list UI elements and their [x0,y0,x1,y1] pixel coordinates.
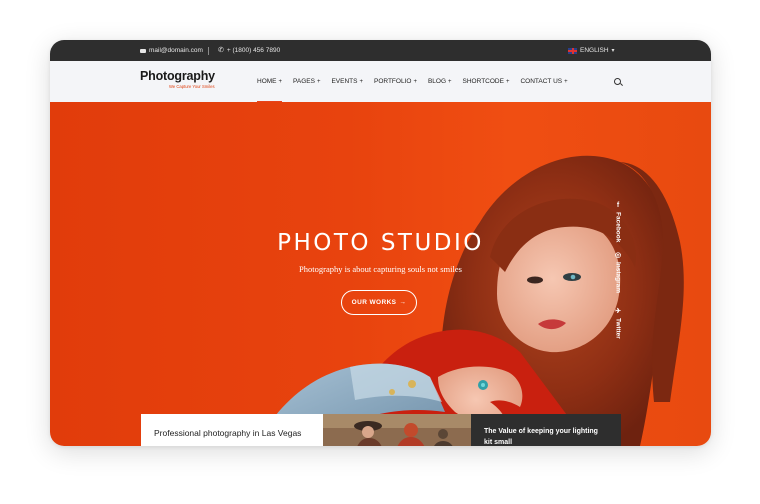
nav-item-blog[interactable]: BLOG + [428,61,452,102]
language-selector[interactable]: ENGLISH ▾ [568,40,615,61]
site-logo[interactable]: Photography We Capture Your Smiles [140,69,215,89]
card-photo-image [323,414,471,446]
plus-icon: + [564,78,568,85]
main-nav: HOME + PAGES + EVENTS + PORTFOLIO + BLOG + SH… [257,61,579,103]
nav-label: PAGES [293,78,315,85]
nav-label: BLOG [427,78,447,85]
facebook-icon: f [616,202,620,209]
language-label: ENGLISH [580,47,609,54]
nav-label: PORTFOLIO [373,78,412,85]
social-label: Facebook [614,212,622,243]
chevron-down-icon: ▾ [611,48,615,54]
feature-card-right[interactable]: The Value of keeping your lighting kit s… [471,414,621,446]
instagram-icon: ◎ [614,252,622,259]
arrow-right-icon: → [399,299,407,306]
social-twitter[interactable]: ✈ Twitter [610,308,626,339]
nav-item-events[interactable]: EVENTS + [331,61,363,102]
divider [208,47,209,55]
uk-flag-icon [568,47,577,54]
nav-item-home[interactable]: HOME + [257,61,283,103]
plus-icon: + [448,78,452,85]
phone-contact[interactable]: ✆ + (1800) 456 7890 [218,40,280,61]
social-label: Twitter [614,318,622,339]
hero-section: PHOTO STUDIO Photography is about captur… [50,102,711,446]
browser-frame: mail@domain.com ✆ + (1800) 456 7890 ENGL… [50,40,711,446]
card-title: The Value of keeping your lighting kit s… [484,428,598,446]
nav-item-pages[interactable]: PAGES + [293,61,320,102]
nav-label: HOME [257,78,277,85]
social-label: Instagram [614,262,622,294]
site-header: Photography We Capture Your Smiles HOME +… [50,61,711,103]
plus-icon: + [359,78,363,85]
plus-icon: + [316,78,321,85]
twitter-icon: ✈ [615,308,621,315]
logo-title: Photography [140,69,215,83]
mail-icon [140,48,146,53]
our-works-button[interactable]: OUR WORKS → [341,290,417,315]
nav-item-shortcode[interactable]: SHORTCODE + [463,61,510,102]
social-facebook[interactable]: f Facebook [610,202,626,242]
feature-card-photo[interactable] [323,414,471,446]
logo-tagline: We Capture Your Smiles [169,84,215,89]
social-instagram[interactable]: ◎ Instagram [610,252,626,293]
plus-icon: + [505,78,510,85]
card-title: Professional photography in Las Vegas [154,428,302,438]
nav-item-contact-us[interactable]: CONTACT US + [520,61,567,102]
top-bar: mail@domain.com ✆ + (1800) 456 7890 ENGL… [50,40,711,61]
nav-label: CONTACT US [520,78,563,85]
button-label: OUR WORKS [351,299,397,306]
nav-label: EVENTS [331,78,358,85]
email-text: mail@domain.com [149,47,203,54]
search-icon[interactable] [614,78,621,85]
phone-text: + (1800) 456 7890 [226,47,281,54]
plus-icon: + [413,78,417,85]
nav-label: SHORTCODE [462,78,504,85]
email-contact[interactable]: mail@domain.com [140,40,203,61]
nav-item-portfolio[interactable]: PORTFOLIO + [374,61,417,102]
feature-card-left[interactable]: Professional photography in Las Vegas [141,414,323,446]
plus-icon: + [278,78,283,85]
phone-icon: ✆ [218,47,224,54]
